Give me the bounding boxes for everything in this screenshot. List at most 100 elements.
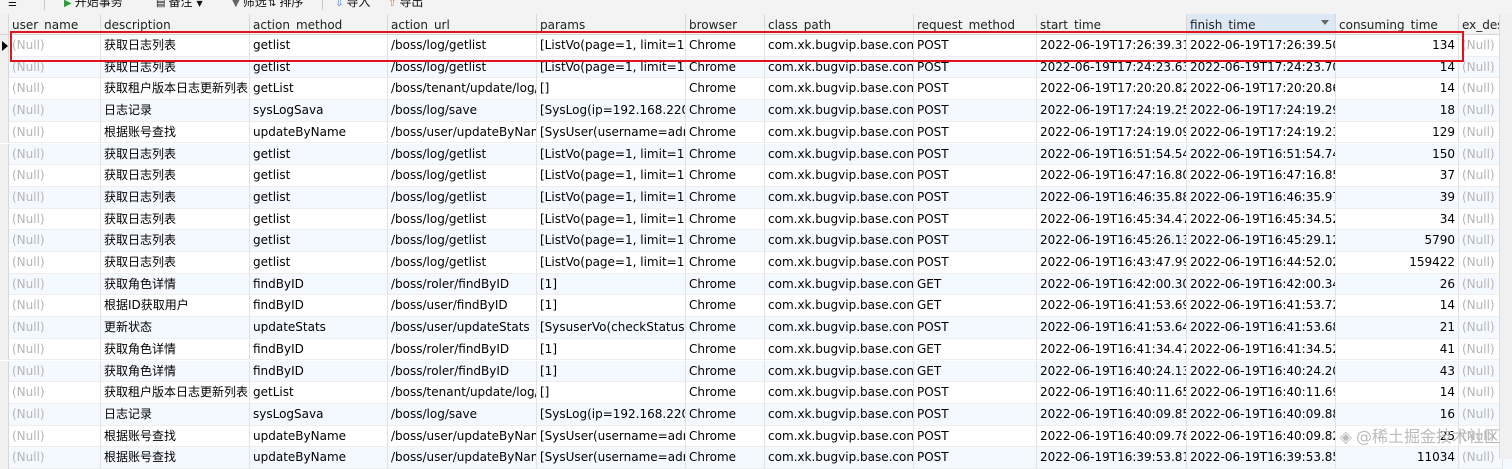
cell-params[interactable]: [SysLog(ip=192.168.220.1 [537, 403, 686, 426]
cell-user-name[interactable]: (Null) [9, 317, 101, 339]
cell-user-name[interactable]: (Null) [9, 252, 101, 274]
cell-params[interactable]: [ListVo(page=1, limit=10, [537, 208, 686, 231]
cell-finish-time[interactable]: 2022-06-19T16:40:09.824 [1187, 425, 1336, 448]
cell-finish-time[interactable]: 2022-06-19T16:41:34.525 [1187, 338, 1336, 361]
cell-description[interactable]: 获取日志列表 [101, 230, 250, 252]
cell-params[interactable]: [ListVo(page=1, limit=10, [537, 252, 686, 274]
cell-request-method[interactable]: POST [914, 425, 1037, 448]
cell-consuming-time[interactable]: 5790 [1336, 230, 1459, 252]
cell-user-name[interactable]: (Null) [9, 121, 101, 144]
cell-ex-desc[interactable]: (Null) [1459, 295, 1503, 318]
column-header-description[interactable]: description [101, 14, 250, 34]
cell-start-time[interactable]: 2022-06-19T16:47:16.804 [1037, 165, 1187, 187]
cell-browser[interactable]: Chrome [686, 56, 765, 79]
cell-params[interactable]: [SysUser(username=admi [537, 425, 686, 448]
cell-finish-time[interactable]: 2022-06-19T16:40:09.883 [1187, 403, 1336, 426]
cell-class-path[interactable]: com.xk.bugvip.base.contr [765, 425, 914, 448]
sort-button[interactable]: ⇅ 排序 [268, 0, 303, 9]
cell-class-path[interactable]: com.xk.bugvip.base.contr [765, 382, 914, 404]
table-row[interactable]: (Null) 获取角色详情 findByID/boss/roler/findByID… [0, 273, 1512, 296]
cell-description[interactable]: 获取角色详情 [101, 338, 250, 361]
cell-finish-time[interactable]: 2022-06-19T16:44:52.020 [1187, 252, 1336, 274]
column-header-action-url[interactable]: action_url [388, 14, 537, 34]
cell-user-name[interactable]: (Null) [9, 403, 101, 426]
row-indicator[interactable] [0, 252, 9, 274]
table-row[interactable]: (Null) 获取日志列表 getlist/boss/log/getlist [Lis… [0, 252, 1512, 274]
cell-class-path[interactable]: com.xk.bugvip.base.contr [765, 186, 914, 209]
column-header-user-name[interactable]: user_name [9, 14, 101, 34]
cell-action-url[interactable]: /boss/log/getlist [388, 230, 537, 252]
cell-user-name[interactable]: (Null) [9, 78, 101, 101]
cell-browser[interactable]: Chrome [686, 425, 765, 448]
menu-button[interactable]: ☰ [8, 0, 20, 9]
cell-description[interactable]: 获取租户版本日志更新列表 [101, 78, 250, 101]
row-indicator[interactable] [0, 78, 9, 101]
cell-action-url[interactable]: /boss/log/getlist [388, 35, 537, 57]
column-header-browser[interactable]: browser [686, 14, 765, 34]
cell-start-time[interactable]: 2022-06-19T17:24:19.099 [1037, 121, 1187, 144]
cell-request-method[interactable]: POST [914, 382, 1037, 404]
vertical-scrollbar[interactable] [1499, 14, 1512, 459]
cell-class-path[interactable]: com.xk.bugvip.base.contr [765, 317, 914, 339]
cell-user-name[interactable]: (Null) [9, 186, 101, 209]
cell-action-url[interactable]: /boss/roler/findByID [388, 338, 537, 361]
cell-consuming-time[interactable]: 159422 [1336, 252, 1459, 274]
cell-action-method[interactable]: findByID [250, 295, 388, 318]
cell-action-url[interactable]: /boss/tenant/update/log/ [388, 382, 537, 404]
table-row[interactable]: (Null) 根据账号查找 updateByName/boss/user/updat… [0, 425, 1512, 448]
cell-request-method[interactable]: POST [914, 186, 1037, 209]
cell-start-time[interactable]: 2022-06-19T16:40:09.851 [1037, 403, 1187, 426]
note-button[interactable]: ▤ 备注 ▼ [156, 0, 203, 9]
cell-ex-desc[interactable]: (Null) [1459, 317, 1503, 339]
cell-request-method[interactable]: POST [914, 121, 1037, 144]
cell-finish-time[interactable]: 2022-06-19T16:51:54.742 [1187, 143, 1336, 166]
cell-consuming-time[interactable]: 18 [1336, 100, 1459, 122]
cell-start-time[interactable]: 2022-06-19T16:45:26.132 [1037, 230, 1187, 252]
table-row[interactable]: (Null) 获取日志列表 getlist/boss/log/getlist [Lis… [0, 208, 1512, 231]
cell-params[interactable]: [] [537, 78, 686, 101]
cell-start-time[interactable]: 2022-06-19T16:41:53.699 [1037, 295, 1187, 318]
row-indicator[interactable] [0, 143, 9, 166]
cell-action-method[interactable]: sysLogSava [250, 403, 388, 426]
cell-params[interactable]: [1] [537, 273, 686, 296]
cell-finish-time[interactable]: 2022-06-19T16:41:53.724 [1187, 295, 1336, 318]
cell-start-time[interactable]: 2022-06-19T16:46:35.889 [1037, 186, 1187, 209]
cell-browser[interactable]: Chrome [686, 121, 765, 144]
cell-browser[interactable]: Chrome [686, 78, 765, 101]
cell-consuming-time[interactable]: 14 [1336, 382, 1459, 404]
cell-action-method[interactable]: getlist [250, 56, 388, 79]
cell-description[interactable]: 获取日志列表 [101, 252, 250, 274]
cell-description[interactable]: 获取日志列表 [101, 56, 250, 79]
cell-ex-desc[interactable]: (Null) [1459, 360, 1503, 383]
import-button[interactable]: ⇩ 导入 [335, 0, 370, 9]
cell-consuming-time[interactable]: 26 [1336, 273, 1459, 296]
cell-finish-time[interactable]: 2022-06-19T16:41:53.689 [1187, 317, 1336, 339]
cell-user-name[interactable]: (Null) [9, 165, 101, 187]
row-indicator[interactable] [0, 100, 9, 122]
table-row[interactable]: (Null) 根据账号查找 updateByName/boss/user/updat… [0, 447, 1512, 469]
cell-action-method[interactable]: findByID [250, 273, 388, 296]
cell-class-path[interactable]: com.xk.bugvip.base.contr [765, 121, 914, 144]
cell-consuming-time[interactable]: 41 [1336, 338, 1459, 361]
cell-browser[interactable]: Chrome [686, 360, 765, 383]
cell-params[interactable]: [ListVo(page=1, limit=10, [537, 35, 686, 57]
cell-class-path[interactable]: com.xk.bugvip.base.contr [765, 165, 914, 187]
row-indicator[interactable] [0, 165, 9, 187]
table-row[interactable]: (Null) 日志记录 sysLogSava/boss/log/save [SysLo… [0, 403, 1512, 426]
cell-params[interactable]: [SysuserVo(checkStatus=t [537, 317, 686, 339]
cell-start-time[interactable]: 2022-06-19T17:26:39.318 [1037, 35, 1187, 57]
cell-user-name[interactable]: (Null) [9, 382, 101, 404]
row-indicator[interactable] [0, 230, 9, 252]
cell-browser[interactable]: Chrome [686, 338, 765, 361]
cell-action-url[interactable]: /boss/log/getlist [388, 186, 537, 209]
cell-description[interactable]: 获取日志列表 [101, 165, 250, 187]
table-row[interactable]: (Null) 根据ID获取用户 findByID/boss/user/findByI… [0, 295, 1512, 318]
cell-ex-desc[interactable]: (Null) [1459, 78, 1503, 101]
cell-action-method[interactable]: getlist [250, 35, 388, 57]
cell-action-url[interactable]: /boss/roler/findByID [388, 273, 537, 296]
cell-class-path[interactable]: com.xk.bugvip.base.contr [765, 56, 914, 79]
cell-user-name[interactable]: (Null) [9, 273, 101, 296]
cell-user-name[interactable]: (Null) [9, 56, 101, 79]
cell-browser[interactable]: Chrome [686, 295, 765, 318]
cell-browser[interactable]: Chrome [686, 186, 765, 209]
